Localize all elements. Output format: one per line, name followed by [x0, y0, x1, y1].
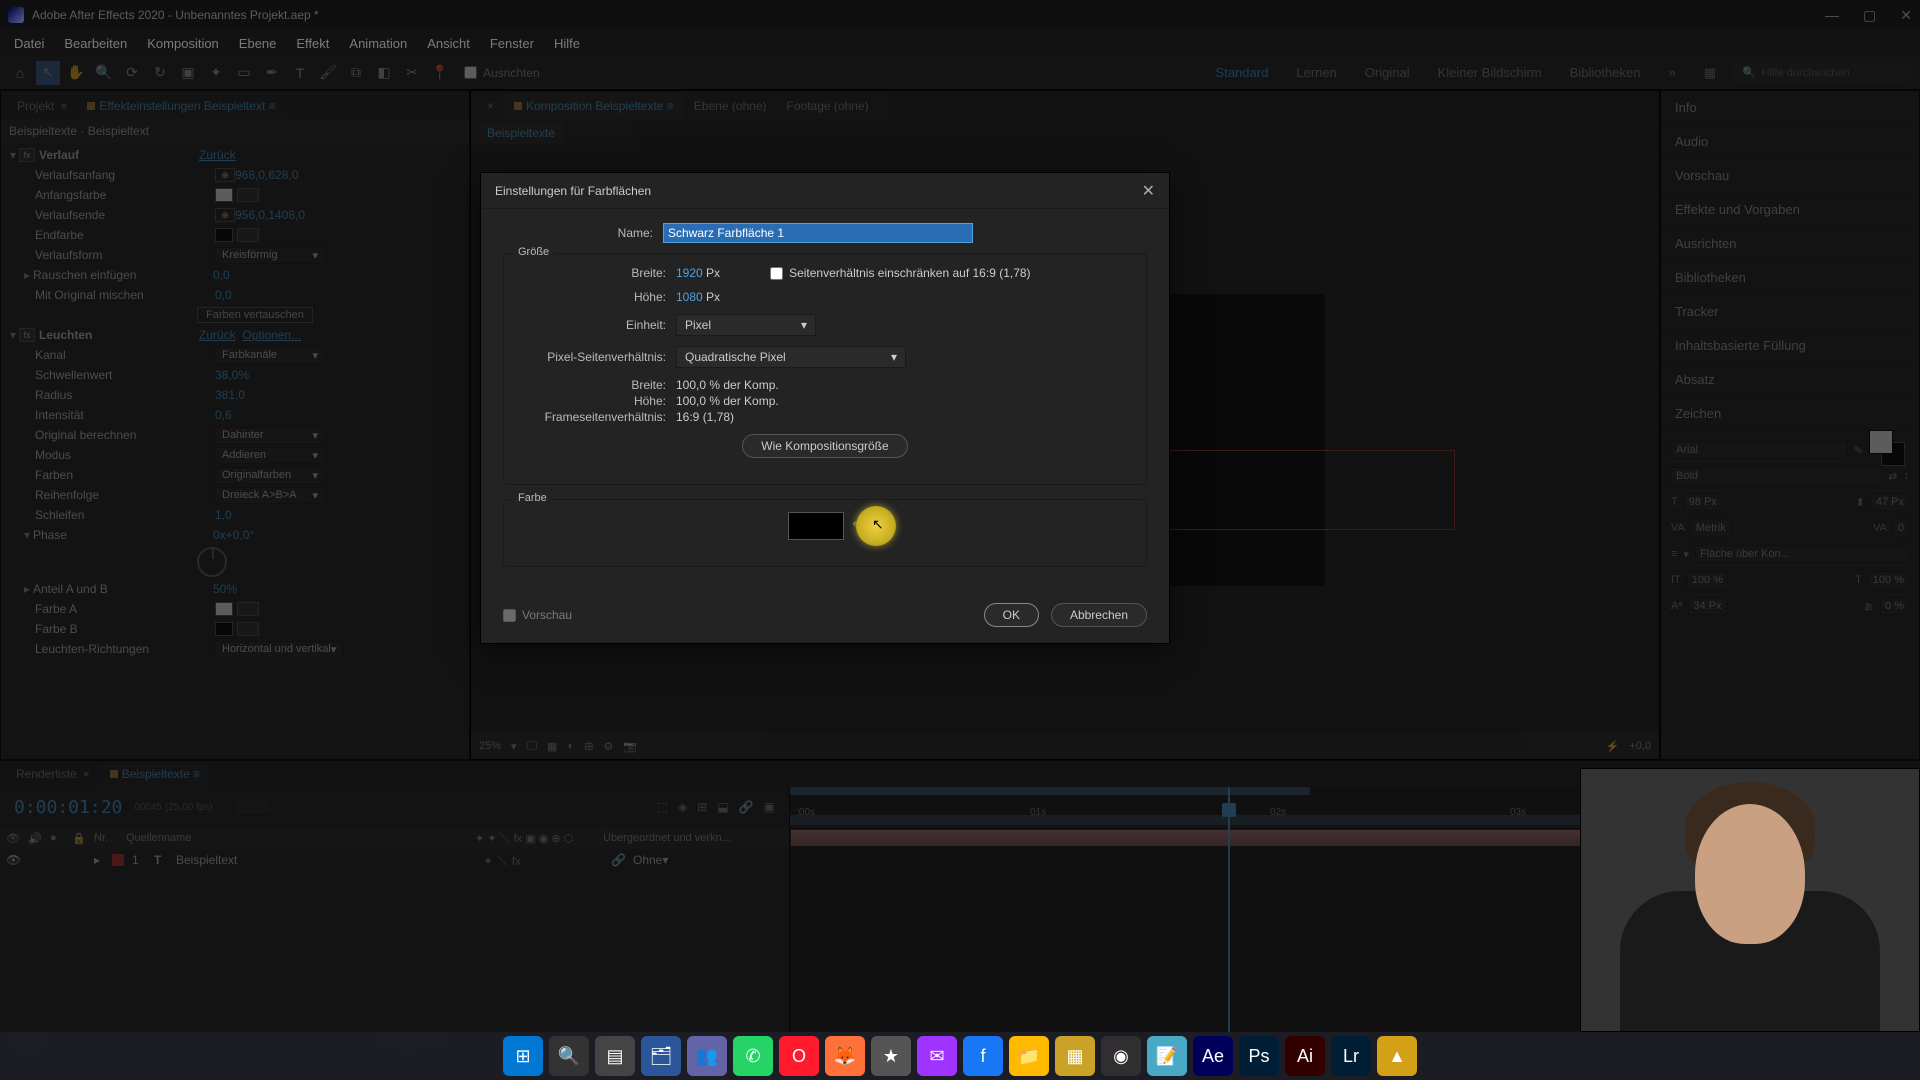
taskbar-start-icon[interactable]: ⊞ [503, 1036, 543, 1076]
height-value[interactable]: 1080 [676, 290, 703, 304]
webcam-overlay [1580, 768, 1920, 1032]
taskbar-whatsapp-icon[interactable]: ✆ [733, 1036, 773, 1076]
taskbar-app3-icon[interactable]: ▲ [1377, 1036, 1417, 1076]
taskbar-teams-icon[interactable]: 👥 [687, 1036, 727, 1076]
taskbar-obs-icon[interactable]: ◉ [1101, 1036, 1141, 1076]
taskbar-ps-icon[interactable]: Ps [1239, 1036, 1279, 1076]
taskbar-notes-icon[interactable]: 📝 [1147, 1036, 1187, 1076]
taskbar-search-icon[interactable]: 🔍 [549, 1036, 589, 1076]
unit-select[interactable]: Pixel▾ [676, 314, 816, 336]
windows-taskbar: ⊞🔍▤🗂👥✆O🦊★✉f📁▦◉📝AePsAiLr▲ [0, 1032, 1920, 1080]
taskbar-app1-icon[interactable]: ★ [871, 1036, 911, 1076]
solid-name-input[interactable] [663, 223, 973, 243]
cancel-button[interactable]: Abbrechen [1051, 603, 1147, 627]
taskbar-files-icon[interactable]: 📁 [1009, 1036, 1049, 1076]
dialog-close-icon[interactable]: ✕ [1142, 181, 1155, 201]
taskbar-taskview-icon[interactable]: ▤ [595, 1036, 635, 1076]
width-value[interactable]: 1920 [676, 266, 703, 280]
pixel-aspect-select[interactable]: Quadratische Pixel▾ [676, 346, 906, 368]
ok-button[interactable]: OK [984, 603, 1039, 627]
preview-checkbox [503, 609, 516, 622]
solid-settings-dialog: Einstellungen für Farbflächen ✕ Name: Gr… [480, 172, 1170, 644]
taskbar-ai-icon[interactable]: Ai [1285, 1036, 1325, 1076]
taskbar-app2-icon[interactable]: ▦ [1055, 1036, 1095, 1076]
taskbar-firefox-icon[interactable]: 🦊 [825, 1036, 865, 1076]
taskbar-opera-icon[interactable]: O [779, 1036, 819, 1076]
taskbar-facebook-icon[interactable]: f [963, 1036, 1003, 1076]
taskbar-explorer-icon[interactable]: 🗂 [641, 1036, 681, 1076]
taskbar-ae-icon[interactable]: Ae [1193, 1036, 1233, 1076]
taskbar-lr-icon[interactable]: Lr [1331, 1036, 1371, 1076]
cursor-highlight [856, 506, 896, 546]
taskbar-messenger-icon[interactable]: ✉ [917, 1036, 957, 1076]
lock-aspect-checkbox[interactable] [770, 267, 783, 280]
dialog-title: Einstellungen für Farbflächen [495, 184, 651, 198]
color-well[interactable] [788, 512, 844, 540]
comp-size-button[interactable]: Wie Kompositionsgröße [742, 434, 907, 458]
